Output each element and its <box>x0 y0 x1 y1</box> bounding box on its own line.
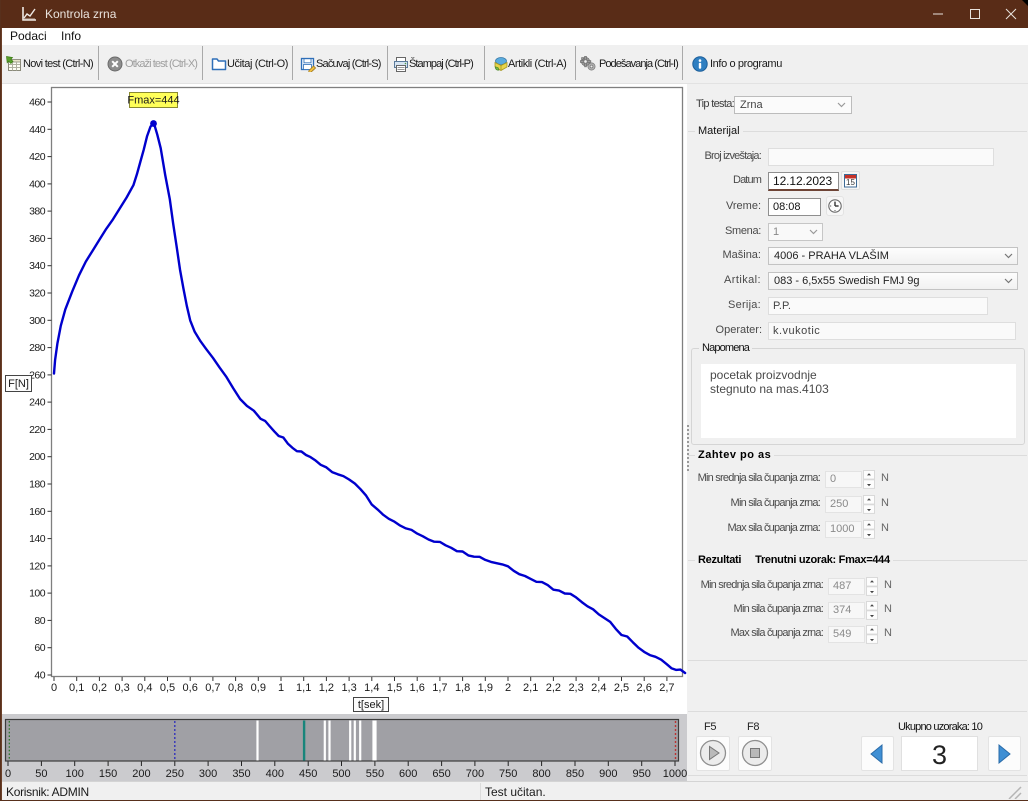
svg-text:240: 240 <box>29 397 46 409</box>
svg-text:1,1: 1,1 <box>296 682 311 694</box>
svg-text:2,7: 2,7 <box>659 682 674 694</box>
svg-text:2,6: 2,6 <box>637 682 652 694</box>
svg-text:700: 700 <box>466 768 484 780</box>
svg-text:440: 440 <box>29 124 46 136</box>
svg-text:1,2: 1,2 <box>319 682 334 694</box>
svg-text:100: 100 <box>66 768 84 780</box>
svg-text:650: 650 <box>432 768 450 780</box>
svg-text:80: 80 <box>34 615 45 627</box>
svg-text:140: 140 <box>29 533 46 545</box>
svg-text:0,1: 0,1 <box>69 682 84 694</box>
svg-text:750: 750 <box>499 768 517 780</box>
svg-text:0,9: 0,9 <box>251 682 266 694</box>
svg-text:250: 250 <box>166 768 184 780</box>
svg-text:F[N]: F[N] <box>8 378 29 390</box>
svg-text:1,8: 1,8 <box>455 682 470 694</box>
svg-text:320: 320 <box>29 288 46 300</box>
svg-text:380: 380 <box>29 206 46 218</box>
svg-text:120: 120 <box>29 560 46 572</box>
svg-text:0,4: 0,4 <box>137 682 152 694</box>
svg-text:850: 850 <box>566 768 584 780</box>
svg-text:0,5: 0,5 <box>160 682 175 694</box>
svg-text:220: 220 <box>29 424 46 436</box>
svg-text:0,6: 0,6 <box>183 682 198 694</box>
svg-text:1,9: 1,9 <box>478 682 493 694</box>
svg-text:1000: 1000 <box>663 768 687 780</box>
svg-text:550: 550 <box>366 768 384 780</box>
svg-text:t[sek]: t[sek] <box>358 699 384 711</box>
svg-text:2,2: 2,2 <box>546 682 561 694</box>
svg-text:2: 2 <box>505 682 511 694</box>
svg-text:0,8: 0,8 <box>228 682 243 694</box>
svg-text:2,1: 2,1 <box>523 682 538 694</box>
svg-text:60: 60 <box>34 642 45 654</box>
svg-text:40: 40 <box>34 670 45 682</box>
svg-text:460: 460 <box>29 97 46 109</box>
svg-text:1,4: 1,4 <box>364 682 379 694</box>
svg-text:1,5: 1,5 <box>387 682 402 694</box>
svg-text:950: 950 <box>633 768 651 780</box>
svg-text:0,3: 0,3 <box>114 682 129 694</box>
svg-text:100: 100 <box>29 588 46 600</box>
svg-text:300: 300 <box>29 315 46 327</box>
svg-text:400: 400 <box>29 178 46 190</box>
svg-text:200: 200 <box>132 768 150 780</box>
svg-text:0,7: 0,7 <box>205 682 220 694</box>
svg-text:1,3: 1,3 <box>341 682 356 694</box>
svg-text:350: 350 <box>232 768 250 780</box>
svg-text:0: 0 <box>5 768 11 780</box>
svg-text:800: 800 <box>532 768 550 780</box>
svg-text:50: 50 <box>35 768 47 780</box>
svg-text:1,7: 1,7 <box>432 682 447 694</box>
svg-text:1,6: 1,6 <box>410 682 425 694</box>
svg-text:400: 400 <box>266 768 284 780</box>
svg-text:1: 1 <box>278 682 284 694</box>
svg-text:2,5: 2,5 <box>614 682 629 694</box>
svg-text:0: 0 <box>51 682 57 694</box>
svg-text:500: 500 <box>332 768 350 780</box>
svg-text:180: 180 <box>29 479 46 491</box>
svg-text:15: 15 <box>846 178 855 187</box>
svg-text:200: 200 <box>29 451 46 463</box>
svg-text:300: 300 <box>199 768 217 780</box>
svg-text:360: 360 <box>29 233 46 245</box>
svg-text:2,4: 2,4 <box>591 682 606 694</box>
svg-text:150: 150 <box>99 768 117 780</box>
svg-text:160: 160 <box>29 506 46 518</box>
svg-text:600: 600 <box>399 768 417 780</box>
svg-text:340: 340 <box>29 260 46 272</box>
svg-text:0,2: 0,2 <box>92 682 107 694</box>
svg-text:Fmax=444: Fmax=444 <box>127 95 179 107</box>
svg-text:280: 280 <box>29 342 46 354</box>
svg-text:900: 900 <box>599 768 617 780</box>
svg-text:420: 420 <box>29 151 46 163</box>
svg-text:450: 450 <box>299 768 317 780</box>
svg-text:2,3: 2,3 <box>568 682 583 694</box>
